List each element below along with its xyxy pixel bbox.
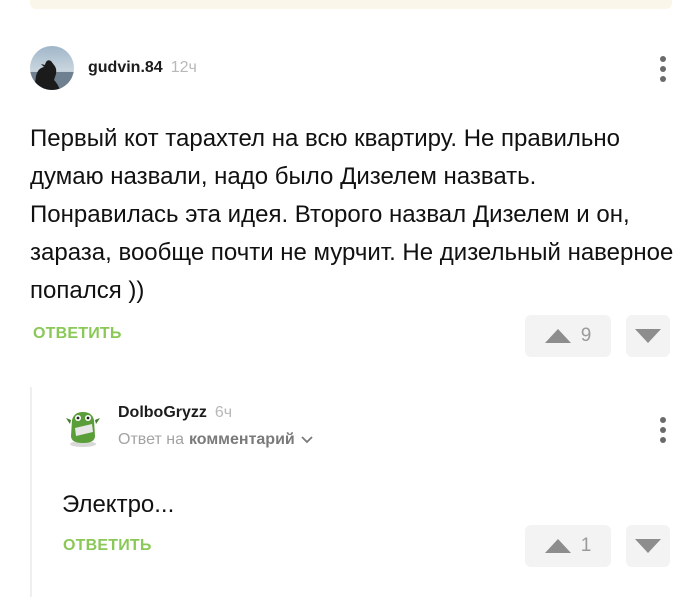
- downvote-button[interactable]: [626, 525, 670, 567]
- previous-item-edge: [30, 0, 672, 9]
- comment-text: Первый кот тарахтел на всю квартиру. Не …: [30, 125, 674, 304]
- upvote-icon: [544, 329, 571, 343]
- reply-text: Электро...: [62, 491, 175, 518]
- reply-to-comment-link[interactable]: комментарий: [189, 431, 295, 449]
- downvote-icon: [635, 329, 661, 343]
- avatar[interactable]: [30, 46, 74, 90]
- avatar[interactable]: [62, 406, 104, 448]
- chevron-down-icon[interactable]: [301, 436, 313, 444]
- reply-to-prefix: Ответ на: [118, 431, 184, 448]
- dog-avatar-icon: [30, 46, 74, 90]
- downvote-button[interactable]: [626, 315, 670, 357]
- green-creature-avatar-icon: [66, 411, 100, 447]
- upvote-button[interactable]: 1: [525, 525, 611, 567]
- reply-button[interactable]: ОТВЕТИТЬ: [33, 325, 122, 343]
- downvote-icon: [635, 539, 661, 553]
- more-options-icon[interactable]: [658, 55, 668, 83]
- upvote-icon: [544, 539, 571, 553]
- reply-time: 6ч: [214, 404, 233, 421]
- more-options-icon[interactable]: [658, 416, 668, 444]
- rating-count: 1: [580, 535, 592, 556]
- comment-time: 12ч: [170, 59, 197, 76]
- reply-to-line: Ответ на комментарий: [118, 431, 313, 449]
- reply-button[interactable]: ОТВЕТИТЬ: [63, 537, 152, 555]
- username[interactable]: gudvin.84: [88, 59, 163, 77]
- rating-count: 9: [580, 325, 592, 346]
- reply-header: DolboGryzz 6ч Ответ на комментарий: [62, 404, 313, 449]
- upvote-button[interactable]: 9: [525, 315, 611, 357]
- reply-username[interactable]: DolboGryzz: [118, 404, 207, 422]
- comment-header: gudvin.84 12ч: [30, 46, 197, 90]
- thread-line: [30, 387, 32, 597]
